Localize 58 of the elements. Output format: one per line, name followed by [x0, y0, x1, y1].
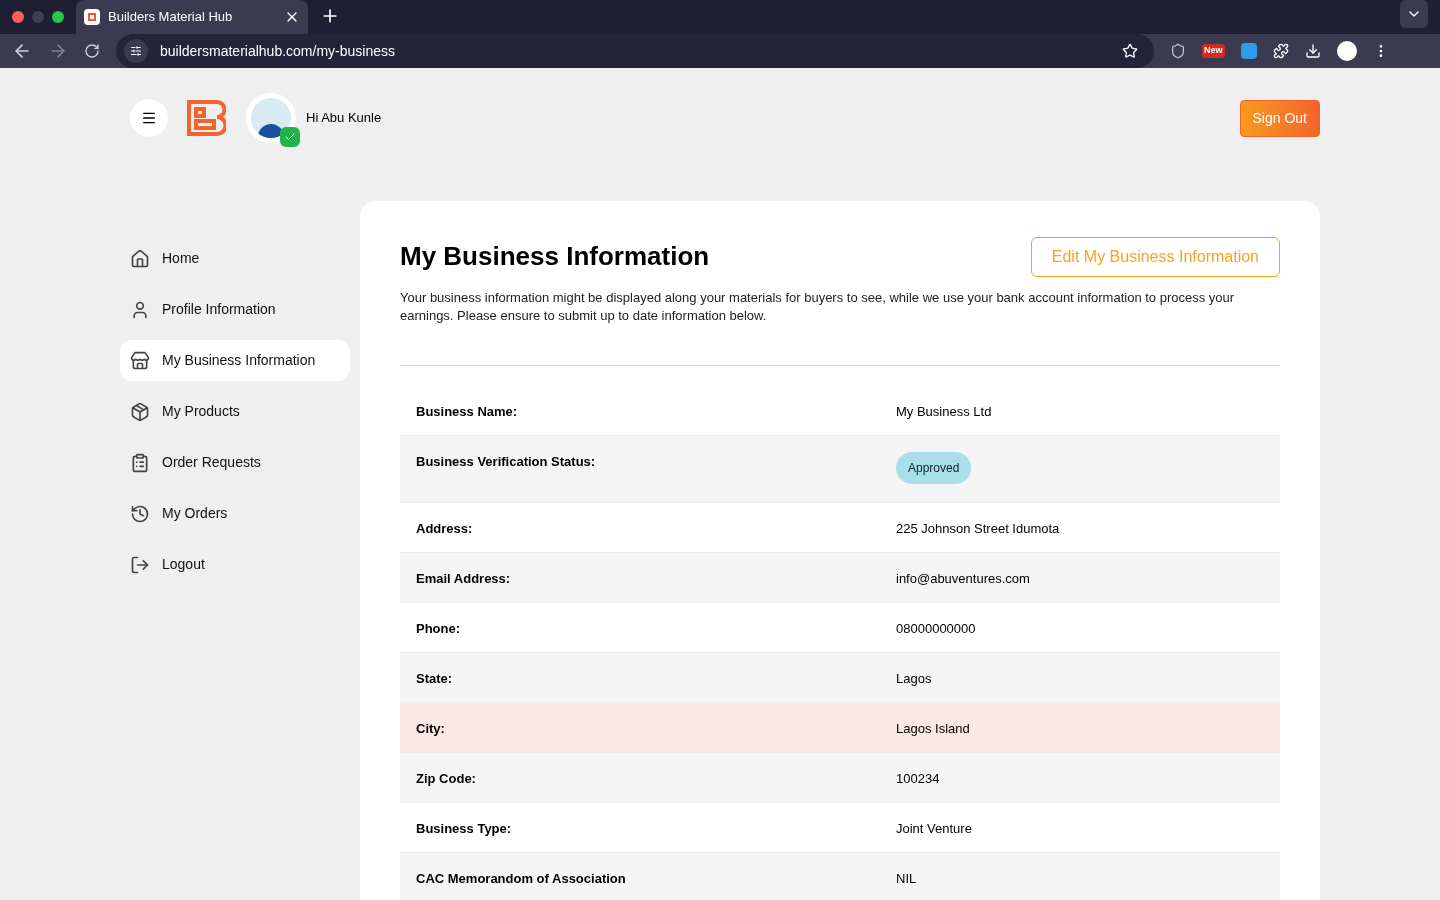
- field-value: 08000000000: [896, 620, 976, 638]
- field-value: NIL: [896, 870, 917, 888]
- page-title: My Business Information: [400, 240, 710, 273]
- field-value: 100234: [896, 770, 940, 788]
- close-window-icon[interactable]: [12, 11, 24, 23]
- field-value: Joint Venture: [896, 820, 972, 838]
- logout-icon: [130, 554, 150, 575]
- sidebar-item[interactable]: Order Requests: [120, 442, 350, 483]
- maximize-window-icon[interactable]: [52, 11, 64, 23]
- clipboard-icon: [130, 452, 150, 473]
- field-label: CAC Memorandom of Association: [416, 870, 627, 888]
- profile-avatar-icon[interactable]: [1336, 41, 1357, 61]
- sidebar-item[interactable]: Home: [120, 238, 350, 279]
- field-label: Phone:: [416, 620, 462, 638]
- download-icon[interactable]: [1304, 43, 1321, 59]
- field-label: Business Name:: [416, 403, 519, 421]
- shield-icon[interactable]: [1170, 43, 1186, 59]
- package-icon: [130, 401, 150, 422]
- site-favicon-icon: [84, 9, 100, 25]
- tab-title: Builders Material Hub: [108, 8, 234, 27]
- house-icon: [130, 248, 150, 269]
- site-settings-icon[interactable]: [124, 39, 148, 63]
- field-label: Business Verification Status:: [416, 453, 597, 471]
- field-label: Email Address:: [416, 570, 512, 588]
- sidebar-item[interactable]: Profile Information: [120, 289, 350, 330]
- bookmark-star-icon[interactable]: [1122, 43, 1138, 59]
- logo-icon[interactable]: [186, 99, 226, 137]
- field-value: Lagos: [896, 670, 932, 688]
- sidebar-item[interactable]: My Business Information: [120, 340, 350, 381]
- greeting-text: Hi Abu Kunle: [306, 109, 382, 128]
- address-bar[interactable]: buildersmaterialhub.com/my-business: [116, 34, 1154, 68]
- user-icon: [130, 299, 150, 320]
- tab-list-button[interactable]: [1400, 0, 1428, 28]
- sidebar-item[interactable]: My Products: [120, 391, 350, 432]
- url-text: buildersmaterialhub.com/my-business: [160, 41, 396, 61]
- sidebar-item[interactable]: My Orders: [120, 493, 350, 534]
- browser-tab[interactable]: Builders Material Hub: [76, 0, 308, 34]
- store-icon: [130, 350, 150, 371]
- field-label: State:: [416, 670, 454, 688]
- field-value: Lagos Island: [896, 720, 970, 738]
- extension-new-badge[interactable]: New: [1202, 44, 1225, 58]
- reload-icon[interactable]: [84, 43, 100, 59]
- sidebar-item[interactable]: Logout: [120, 544, 350, 585]
- menu-button[interactable]: [130, 99, 168, 137]
- field-label: Business Type:: [416, 820, 513, 838]
- field-label: City:: [416, 720, 446, 738]
- description-text: Your business information might be displayed along your materials for buyers to see, while we use your bank account information to process your earnings. Please ensure to submit up to date information below.: [400, 289, 1236, 325]
- extensions-icon[interactable]: [1272, 43, 1289, 59]
- field-label: Address:: [416, 520, 474, 538]
- avatar-silhouette-icon: [251, 98, 291, 138]
- status-badge: Approved: [896, 452, 972, 484]
- extension-icon[interactable]: [1240, 43, 1257, 59]
- field-value: My Business Ltd: [896, 403, 992, 421]
- field-value: 225 Johnson Street Idumota: [896, 520, 1060, 538]
- field-label: Zip Code:: [416, 770, 477, 788]
- menu-icon: [141, 110, 157, 126]
- history-icon: [130, 503, 150, 524]
- field-value: info@abuventures.com: [896, 570, 1030, 588]
